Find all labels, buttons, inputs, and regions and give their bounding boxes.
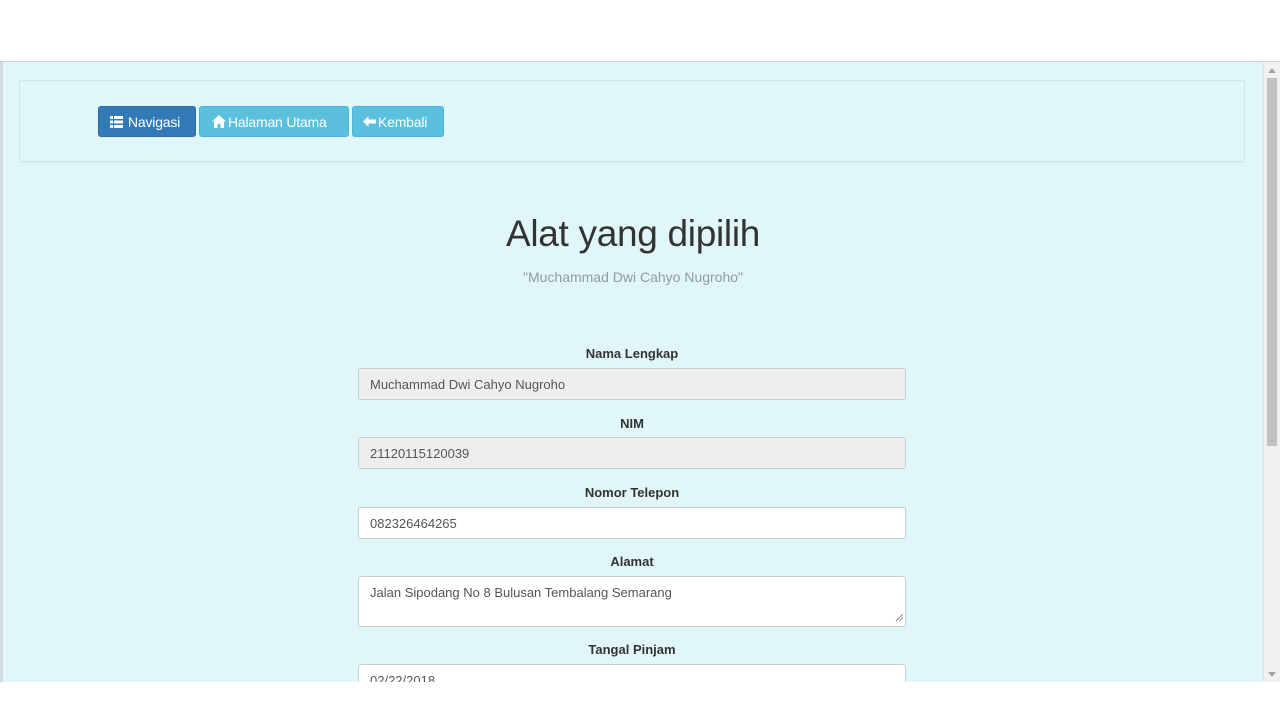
scroll-down-icon[interactable] — [1264, 667, 1280, 681]
nim-value: 21120115120039 — [370, 445, 470, 461]
scroll-up-icon[interactable] — [1264, 63, 1280, 77]
navigasi-button[interactable]: Navigasi — [98, 106, 196, 137]
resize-grip-icon[interactable] — [895, 609, 904, 624]
list-icon — [110, 115, 123, 128]
nama-lengkap-label: Nama Lengkap — [585, 346, 679, 361]
browser-top-area — [0, 0, 1280, 61]
browser-bottom-area — [0, 682, 1280, 720]
navigasi-button-label: Navigasi — [128, 113, 181, 130]
halaman-utama-button[interactable]: Halaman Utama — [199, 106, 349, 137]
page-title: Alat yang dipilih — [505, 213, 761, 254]
nomor-telepon-label: Nomor Telepon — [584, 485, 680, 500]
alamat-textarea[interactable]: Jalan Sipodang No 8 Bulusan Tembalang Se… — [358, 576, 906, 627]
tangal-pinjam-label: Tangal Pinjam — [588, 642, 676, 657]
nim-field[interactable]: 21120115120039 — [358, 437, 906, 469]
page-viewport: Navigasi Halaman Utama Kembali Alat yang… — [0, 61, 1280, 682]
nama-lengkap-field[interactable]: Muchammad Dwi Cahyo Nugroho — [358, 368, 906, 400]
nomor-telepon-value: 082326464265 — [370, 515, 457, 531]
nim-label: NIM — [620, 416, 644, 431]
alamat-label: Alamat — [610, 554, 654, 569]
kembali-button[interactable]: Kembali — [352, 106, 444, 137]
navbar: Navigasi Halaman Utama Kembali — [19, 80, 1245, 162]
kembali-button-label: Kembali — [378, 113, 428, 130]
tangal-pinjam-field[interactable]: 02/22/2018 — [358, 664, 906, 682]
scrollbar-thumb[interactable] — [1267, 78, 1277, 446]
page-subtitle: "Muchammad Dwi Cahyo Nugroho" — [522, 269, 744, 285]
page-content: Navigasi Halaman Utama Kembali Alat yang… — [3, 62, 1263, 682]
nama-lengkap-value: Muchammad Dwi Cahyo Nugroho — [370, 376, 566, 392]
tangal-pinjam-value: 02/22/2018 — [370, 672, 436, 683]
nomor-telepon-field[interactable]: 082326464265 — [358, 507, 906, 539]
alamat-value: Jalan Sipodang No 8 Bulusan Tembalang Se… — [370, 585, 672, 600]
home-icon — [212, 115, 226, 128]
halaman-utama-button-label: Halaman Utama — [228, 113, 327, 130]
arrow-left-icon — [363, 116, 376, 127]
vertical-scrollbar[interactable] — [1263, 62, 1280, 682]
